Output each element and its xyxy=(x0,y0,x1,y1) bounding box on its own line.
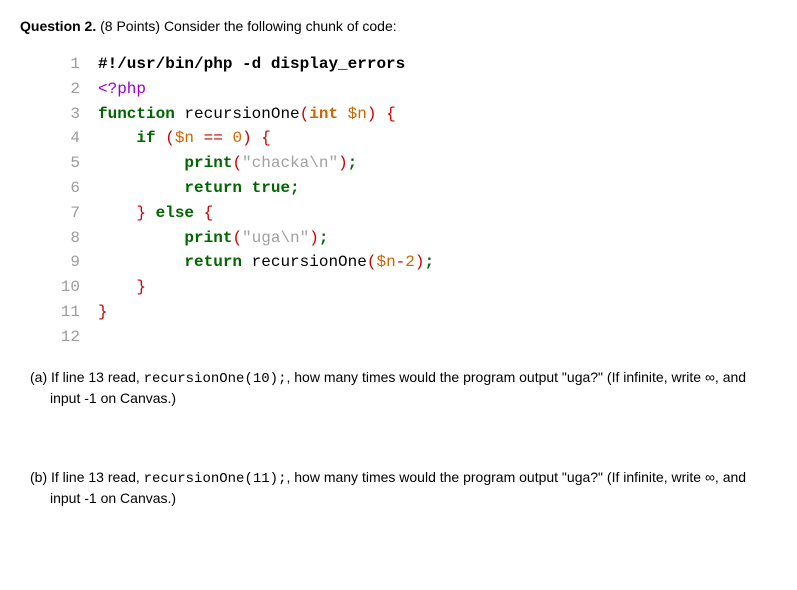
question-number: Question 2. xyxy=(20,18,96,34)
part-a: (a) If line 13 read, recursionOne(10);, … xyxy=(30,368,777,408)
code-content: function recursionOne(int $n) { xyxy=(98,102,396,127)
code-content: } xyxy=(98,300,108,325)
line-number: 4 xyxy=(44,126,98,151)
line-number: 1 xyxy=(44,52,98,77)
code-line: 5 print("chacka\n"); xyxy=(44,151,777,176)
code-content: return recursionOne($n-2); xyxy=(98,250,434,275)
line-number: 12 xyxy=(44,325,98,348)
part-b: (b) If line 13 read, recursionOne(11);, … xyxy=(30,468,777,508)
code-content: #!/usr/bin/php -d display_errors xyxy=(98,52,405,77)
part-a-code: recursionOne(10); xyxy=(144,371,287,387)
line-number: 10 xyxy=(44,275,98,300)
question-points: (8 Points) xyxy=(100,18,164,34)
code-line: 7 } else { xyxy=(44,201,777,226)
code-line: 1#!/usr/bin/php -d display_errors xyxy=(44,52,777,77)
code-line: 9 return recursionOne($n-2); xyxy=(44,250,777,275)
line-number: 7 xyxy=(44,201,98,226)
part-b-pre: If line 13 read, xyxy=(51,469,144,485)
code-content: } else { xyxy=(98,201,213,226)
part-a-label: (a) xyxy=(30,369,47,385)
line-number: 5 xyxy=(44,151,98,176)
part-a-pre: If line 13 read, xyxy=(51,369,144,385)
code-content: return true; xyxy=(98,176,300,201)
code-content: print("chacka\n"); xyxy=(98,151,357,176)
code-line: 3function recursionOne(int $n) { xyxy=(44,102,777,127)
code-content: print("uga\n"); xyxy=(98,226,328,251)
code-line: 12 xyxy=(44,325,777,348)
code-line: 10 } xyxy=(44,275,777,300)
code-line: 6 return true; xyxy=(44,176,777,201)
line-number: 11 xyxy=(44,300,98,325)
line-number: 6 xyxy=(44,176,98,201)
code-line: 4 if ($n == 0) { xyxy=(44,126,777,151)
code-content: } xyxy=(98,275,146,300)
line-number: 2 xyxy=(44,77,98,102)
part-b-code: recursionOne(11); xyxy=(144,471,287,487)
line-number: 3 xyxy=(44,102,98,127)
line-number: 8 xyxy=(44,226,98,251)
code-line: 11} xyxy=(44,300,777,325)
code-block: 1#!/usr/bin/php -d display_errors2<?php3… xyxy=(44,52,777,348)
code-content: if ($n == 0) { xyxy=(98,126,271,151)
code-line: 2<?php xyxy=(44,77,777,102)
code-content: <?php xyxy=(98,77,146,102)
part-b-label: (b) xyxy=(30,469,47,485)
line-number: 9 xyxy=(44,250,98,275)
code-content xyxy=(98,325,108,348)
question-header: Question 2. (8 Points) Consider the foll… xyxy=(20,18,777,34)
code-line: 8 print("uga\n"); xyxy=(44,226,777,251)
question-intro: Consider the following chunk of code: xyxy=(164,18,397,34)
